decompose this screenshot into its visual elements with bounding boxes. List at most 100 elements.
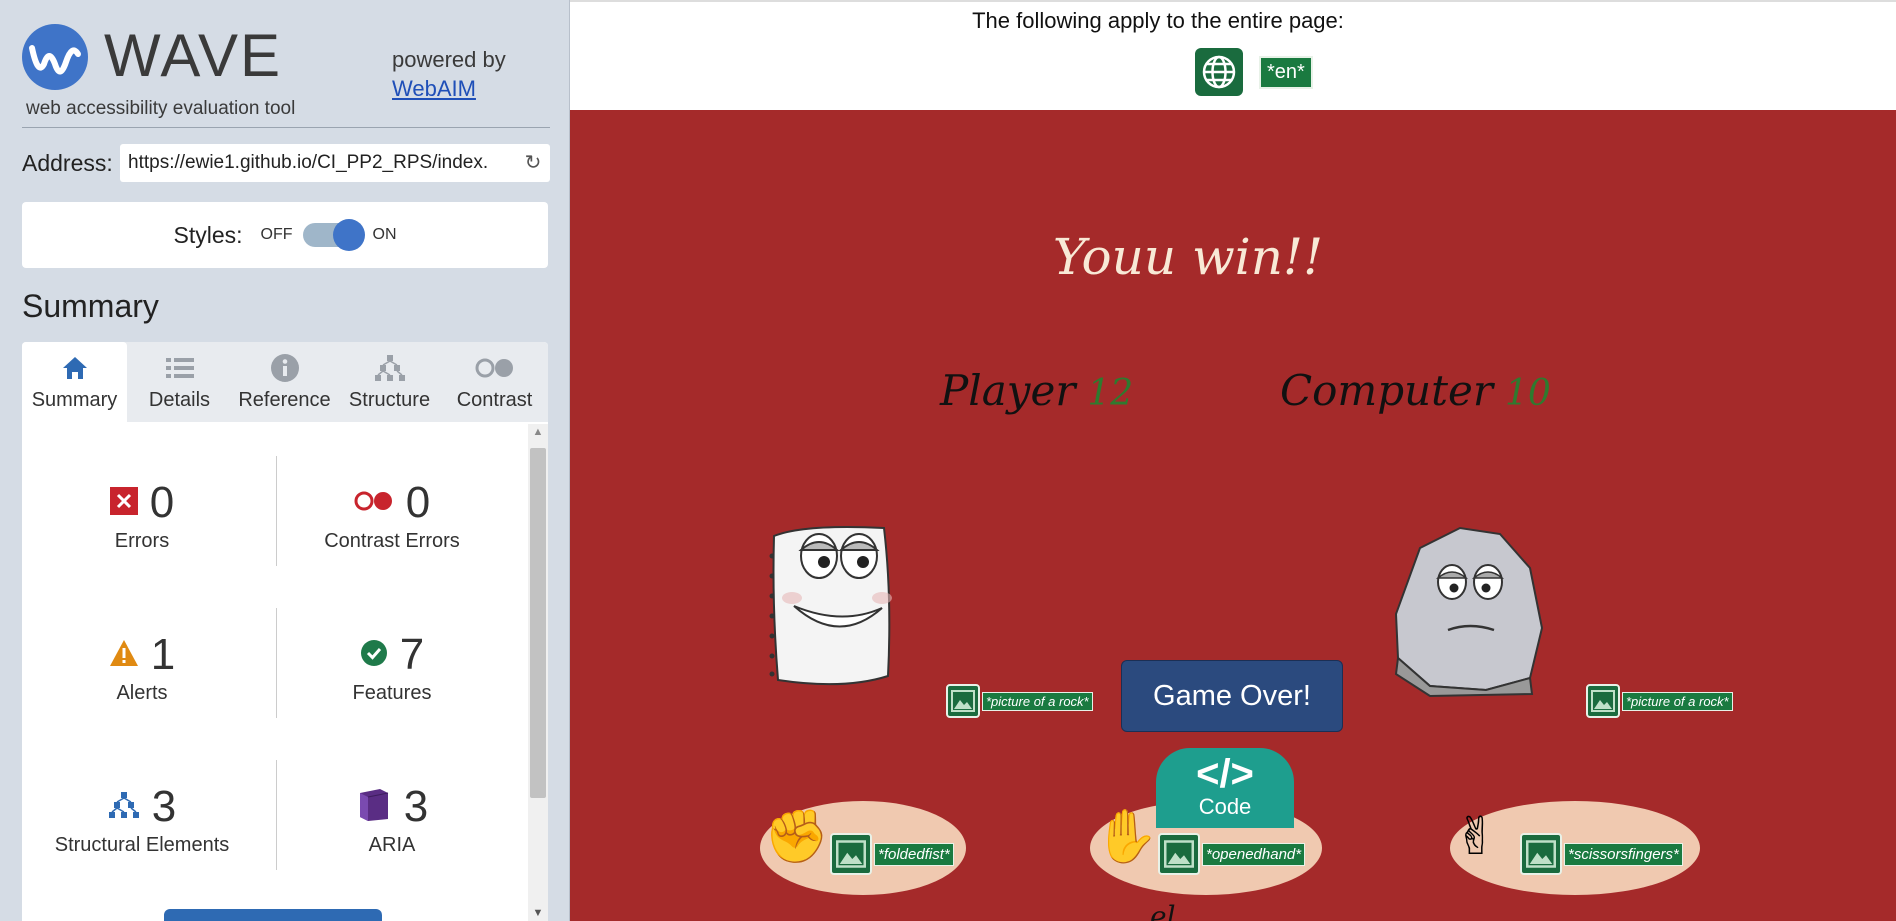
page-notice-icons: *en* [1195, 48, 1313, 96]
image-icon [1520, 833, 1562, 875]
stat-row: 0 Errors 0 Contrast Errors [22, 442, 522, 594]
structural-stat[interactable]: 3 Structural Elements [22, 746, 262, 886]
image-alt-tag[interactable]: *picture of a rock* [946, 684, 1093, 718]
page-notice-text: The following apply to the entire page: [972, 8, 1344, 33]
styles-toggle-knob[interactable] [332, 219, 365, 251]
powered-by-text: powered by [392, 47, 506, 72]
scroll-up-arrow-icon[interactable]: ▲ [528, 426, 548, 438]
tab-label: Reference [238, 389, 331, 411]
computer-score: Computer 10 [1280, 366, 1551, 415]
styles-toggle[interactable] [302, 219, 365, 251]
computer-label: Computer [1280, 366, 1493, 415]
tab-details[interactable]: Details [127, 342, 232, 422]
image-icon [1586, 684, 1620, 718]
wave-logo-icon [22, 24, 88, 90]
contrast-errors-label: Contrast Errors [324, 530, 460, 552]
powered-by: powered by WebAIM [392, 46, 506, 103]
image-alt-text: *picture of a rock* [982, 691, 1093, 711]
image-alt-tag[interactable]: *openedhand* [1158, 833, 1306, 875]
styles-label: Styles: [173, 221, 243, 248]
image-alt-tag[interactable]: *foldedfist* [830, 833, 954, 875]
structure-icon [108, 791, 140, 824]
summary-panel: Summary Details Reference Structure Cont… [22, 342, 548, 921]
alerts-count: 1 [150, 630, 176, 679]
code-toggle-button[interactable]: </> Code [1156, 748, 1294, 828]
image-icon [830, 833, 872, 875]
paper-character-image [764, 506, 904, 706]
structural-label: Structural Elements [54, 834, 230, 856]
open-hand-icon: ✋ [1094, 808, 1159, 866]
rock-character-image [1390, 518, 1550, 698]
view-details-button[interactable] [164, 909, 382, 921]
image-alt-text: *picture of a rock* [1622, 691, 1733, 711]
scissors-choice-button[interactable]: ✌ *scissorsfingers* [1450, 801, 1700, 895]
tab-label: Details [148, 389, 211, 411]
computer-score-value: 10 [1505, 373, 1551, 414]
info-icon [270, 351, 300, 385]
image-alt-text: *foldedfist* [874, 842, 954, 866]
styles-box: Styles: OFF ON [22, 202, 548, 268]
panel-scrollbar[interactable]: ▲ ▼ [528, 424, 548, 921]
image-alt-text: *scissorsfingers* [1564, 842, 1683, 866]
home-icon [61, 351, 89, 385]
tab-reference[interactable]: Reference [232, 342, 337, 422]
address-row: Address: ↻ [22, 144, 550, 182]
features-count: 7 [399, 630, 425, 679]
scroll-down-arrow-icon[interactable]: ▼ [528, 907, 548, 919]
address-box: ↻ [120, 144, 550, 182]
webaim-link[interactable]: WebAIM [392, 75, 506, 104]
aria-cube-icon [356, 787, 392, 828]
page-preview: The following apply to the entire page: … [570, 0, 1896, 921]
reload-icon[interactable]: ↻ [522, 152, 544, 174]
game-over-button[interactable]: Game Over! [1121, 660, 1343, 732]
errors-count: 0 [149, 478, 175, 527]
player-score: Player 12 [940, 366, 1133, 415]
player-score-value: 12 [1087, 373, 1134, 414]
language-tag[interactable]: *en* [1259, 55, 1313, 89]
code-label: Code [1198, 794, 1252, 819]
contrast-error-icon [354, 489, 394, 518]
tab-label: Summary [31, 389, 118, 411]
errors-stat[interactable]: 0 Errors [22, 442, 262, 582]
hierarchy-icon [374, 351, 406, 385]
partially-hidden-text: el [1150, 900, 1176, 921]
tab-contrast[interactable]: Contrast [442, 342, 547, 422]
rock-choice-button[interactable]: ✊ *foldedfist* [760, 801, 966, 895]
stat-row: 3 Structural Elements 3 ARIA [22, 746, 522, 898]
address-input[interactable] [128, 152, 522, 174]
error-icon [109, 486, 138, 520]
result-text: Youu win!! [1052, 228, 1324, 286]
styles-on-label: ON [372, 226, 397, 243]
alerts-label: Alerts [116, 682, 168, 704]
tab-bar: Summary Details Reference Structure Cont… [22, 342, 548, 422]
contrast-icon [475, 351, 515, 385]
aria-stat[interactable]: 3 ARIA [272, 746, 512, 886]
player-label: Player [940, 366, 1076, 415]
alert-icon [109, 639, 139, 672]
address-label: Address: [22, 149, 113, 176]
aria-count: 3 [403, 782, 429, 831]
code-icon: </> [1196, 752, 1254, 796]
victory-hand-icon: ✌ [1454, 808, 1498, 866]
features-label: Features [352, 682, 432, 704]
image-icon [946, 684, 980, 718]
globe-icon[interactable] [1195, 48, 1243, 96]
aria-label: ARIA [368, 834, 416, 856]
alerts-stat[interactable]: 1 Alerts [22, 594, 262, 734]
wave-tagline: web accessibility evaluation tool [26, 98, 296, 119]
summary-heading: Summary [22, 288, 159, 324]
image-alt-tag[interactable]: *scissorsfingers* [1520, 833, 1683, 875]
wave-header: WAVE web accessibility evaluation tool p… [22, 20, 550, 128]
wave-title: WAVE [104, 22, 283, 89]
fist-icon: ✊ [764, 808, 829, 866]
summary-grid: 0 Errors 0 Contrast Errors 1 Alerts 7 Fe… [22, 442, 522, 898]
scroll-thumb[interactable] [530, 448, 546, 798]
image-alt-tag[interactable]: *picture of a rock* [1586, 684, 1733, 718]
image-icon [1158, 833, 1200, 875]
tab-structure[interactable]: Structure [337, 342, 442, 422]
tab-summary[interactable]: Summary [22, 342, 127, 422]
contrast-errors-stat[interactable]: 0 Contrast Errors [272, 442, 512, 582]
features-stat[interactable]: 7 Features [272, 594, 512, 734]
feature-check-icon [360, 639, 388, 672]
styles-off-label: OFF [260, 226, 293, 243]
